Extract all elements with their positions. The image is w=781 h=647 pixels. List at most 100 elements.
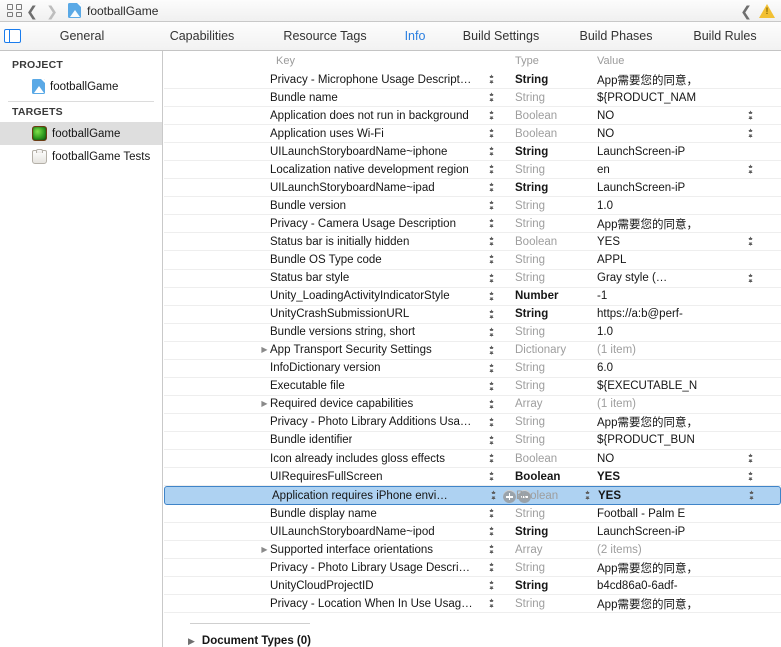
table-row[interactable]: ▶Executable file▴▾ String ${EXECUTABLE_N [164, 378, 781, 396]
key-stepper[interactable]: ▴ ▾ [487, 398, 496, 412]
cell-key[interactable]: ▶Bundle name [259, 89, 485, 106]
breadcrumb[interactable]: footballGame [87, 4, 158, 18]
cell-value[interactable]: (1 item) [597, 342, 781, 359]
key-stepper[interactable]: ▴ ▾ [487, 380, 496, 394]
cell-key[interactable]: ▶Privacy - Photo Library Usage Descri… [259, 559, 485, 576]
tab-build-phases[interactable]: Build Phases [561, 29, 671, 43]
cell-key[interactable]: ▶Bundle display name [259, 505, 485, 522]
table-row[interactable]: ▶ Supported interface orientations ▴ ▾ Array… [164, 541, 781, 560]
key-stepper[interactable]: ▴ ▾ [487, 507, 496, 521]
cell-key[interactable]: ▶UILaunchStoryboardName~ipod [259, 523, 485, 540]
table-row[interactable]: ▶Privacy - Location When In Use Usag…▴▾ S… [164, 595, 781, 614]
sidebar-item-target-footballgame[interactable]: footballGame [0, 122, 162, 145]
cell-type[interactable]: String [515, 432, 545, 449]
cell-type[interactable]: String [515, 161, 545, 178]
cell-value[interactable]: LaunchScreen-iP [597, 143, 781, 160]
key-stepper[interactable]: ▴ ▾ [487, 308, 496, 322]
cell-type[interactable]: String [515, 378, 545, 395]
key-stepper[interactable]: ▴ ▾ [487, 290, 496, 304]
cell-type[interactable]: Boolean [515, 233, 557, 250]
key-stepper[interactable]: ▴ ▾ [487, 91, 496, 105]
table-row[interactable]: ▶Bundle identifier▴▾ String ${PRODUCT_BUN [164, 432, 781, 450]
grid-icon[interactable] [7, 4, 22, 17]
table-row[interactable]: ▶Bundle name▴▾ String ${PRODUCT_NAM [164, 89, 781, 108]
cell-key[interactable]: ▶Localization native development region [259, 161, 485, 178]
cell-value[interactable]: App需要您的同意， [597, 559, 781, 576]
cell-value[interactable]: ${PRODUCT_NAM [597, 89, 781, 106]
table-row[interactable]: ▶Application uses Wi-Fi▴▾BooleanNO▴▾ [164, 125, 781, 144]
cell-value[interactable]: (2 items) [597, 541, 781, 558]
cell-key[interactable]: ▶ Required device capabilities [259, 396, 485, 413]
cell-value[interactable]: b4cd86a0-6adf- [597, 577, 781, 594]
cell-key[interactable]: ▶Application uses Wi-Fi [259, 125, 485, 142]
table-row[interactable]: ▶Localization native development region▴… [164, 161, 781, 180]
cell-key[interactable]: ▶Unity_LoadingActivityIndicatorStyle [259, 288, 485, 305]
cell-type[interactable]: String [515, 523, 548, 540]
cell-type[interactable]: Dictionary [515, 342, 566, 359]
table-row[interactable]: ▶Status bar style▴▾StringGray style (…▴▾ [164, 270, 781, 288]
table-row[interactable]: ▶UnityCrashSubmissionURL▴▾ String https://… [164, 306, 781, 324]
key-stepper[interactable]: ▴ ▾ [487, 525, 496, 539]
cell-key[interactable]: ▶UnityCloudProjectID [259, 577, 485, 594]
cell-value[interactable]: ${EXECUTABLE_N [597, 378, 781, 395]
key-stepper[interactable]: ▴ ▾ [487, 145, 496, 159]
table-row[interactable]: ▶UIRequiresFullScreen▴▾BooleanYES▴▾ [164, 468, 781, 487]
column-header-type[interactable]: Type [515, 55, 539, 67]
cell-type[interactable]: String [515, 197, 545, 214]
cell-value[interactable]: 1.0 [597, 197, 781, 214]
type-stepper[interactable]: ▴ ▾ [583, 489, 592, 503]
key-stepper[interactable]: ▴ ▾ [487, 217, 496, 231]
tab-resource-tags[interactable]: Resource Tags [261, 29, 389, 43]
disclosure-triangle-icon[interactable]: ▶ [188, 636, 195, 647]
key-stepper[interactable]: ▴ ▾ [487, 73, 496, 87]
table-row[interactable]: ▶Unity_LoadingActivityIndicatorStyle▴▾ Nu… [164, 288, 781, 306]
cell-type[interactable]: Array [515, 396, 542, 413]
chevron-right-icon[interactable]: ❯ [42, 4, 62, 18]
cell-key[interactable]: ▶UnityCrashSubmissionURL [259, 306, 485, 323]
value-stepper[interactable]: ▴ ▾ [746, 235, 755, 249]
cell-type[interactable]: Boolean [515, 468, 560, 485]
add-row-icon[interactable] [503, 490, 516, 504]
key-stepper[interactable]: ▴ ▾ [487, 597, 496, 611]
table-row[interactable]: ▶Privacy - Camera Usage Description▴▾ Str… [164, 215, 781, 234]
cell-value[interactable]: 6.0 [597, 360, 781, 377]
cell-type[interactable]: Boolean [515, 450, 557, 467]
cell-value[interactable]: ${PRODUCT_BUN [597, 432, 781, 449]
key-stepper[interactable]: ▴ ▾ [487, 163, 496, 177]
table-row[interactable]: ▶Privacy - Microphone Usage Descript…▴▾ S… [164, 71, 781, 90]
cell-type[interactable]: String [515, 251, 545, 268]
cell-value[interactable]: App需要您的同意， [597, 215, 781, 232]
cell-key[interactable]: ▶Status bar style [259, 270, 485, 287]
cell-type[interactable]: Array [515, 541, 542, 558]
cell-type[interactable]: String [515, 143, 548, 160]
cell-type[interactable]: Number [515, 288, 558, 305]
key-stepper[interactable]: ▴ ▾ [487, 109, 496, 123]
key-stepper[interactable]: ▴ ▾ [487, 181, 496, 195]
cell-value[interactable]: -1 [597, 288, 781, 305]
cell-value[interactable]: LaunchScreen-iP [597, 523, 781, 540]
cell-key[interactable]: ▶ Supported interface orientations [259, 541, 485, 558]
cell-key[interactable]: ▶InfoDictionary version [259, 360, 485, 377]
cell-type[interactable]: String [515, 179, 548, 196]
table-row[interactable]: ▶InfoDictionary version▴▾ String 6.0 [164, 360, 781, 378]
value-stepper[interactable]: ▴ ▾ [746, 109, 755, 123]
cell-key[interactable]: ▶UILaunchStoryboardName~iphone [259, 143, 485, 160]
cell-type[interactable]: String [515, 360, 545, 377]
cell-key[interactable]: ▶Executable file [259, 378, 485, 395]
key-stepper[interactable]: ▴ ▾ [487, 543, 496, 557]
key-stepper[interactable]: ▴ ▾ [487, 470, 496, 484]
cell-type[interactable]: String [515, 324, 545, 341]
tab-general[interactable]: General [21, 29, 143, 43]
cell-key[interactable]: ▶Bundle version [259, 197, 485, 214]
key-stepper[interactable]: ▴ ▾ [487, 452, 496, 466]
table-row[interactable]: ▶UILaunchStoryboardName~ipad▴▾ String Laun… [164, 179, 781, 198]
cell-value[interactable]: (1 item) [597, 396, 781, 413]
disclosure-triangle-icon[interactable]: ▶ [259, 400, 270, 408]
cell-value[interactable]: App需要您的同意， [597, 414, 781, 431]
key-stepper[interactable]: ▴ ▾ [487, 326, 496, 340]
table-row[interactable]: ▶Bundle OS Type code▴▾ String APPL [164, 251, 781, 270]
key-stepper[interactable]: ▴ ▾ [487, 561, 496, 575]
warning-triangle-icon[interactable] [759, 3, 775, 18]
cell-value[interactable]: Football - Palm E [597, 505, 781, 522]
value-stepper[interactable]: ▴ ▾ [746, 452, 755, 466]
